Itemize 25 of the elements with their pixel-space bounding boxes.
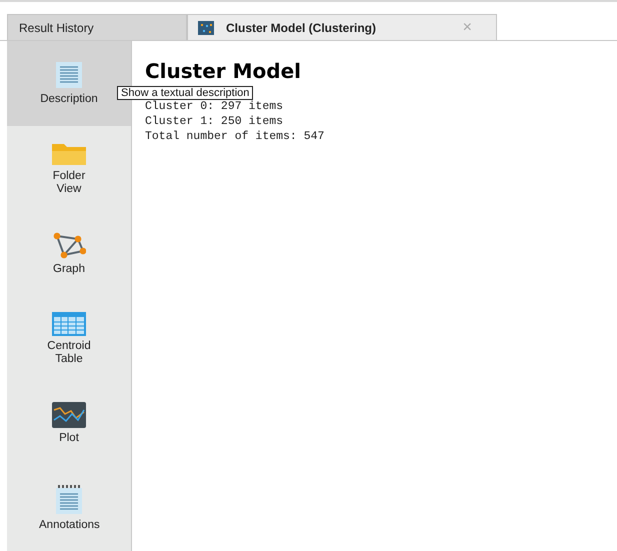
sidebar-item-label: Annotations xyxy=(39,519,99,532)
tab[interactable]: Result History xyxy=(7,14,187,40)
document-icon xyxy=(55,61,83,89)
result-line: Cluster 0: 297 items xyxy=(145,99,284,114)
tab[interactable]: Cluster Model (Clustering) × xyxy=(187,14,497,40)
folder-icon xyxy=(51,142,87,166)
table-icon xyxy=(52,312,86,336)
sidebar-item-label: Folder View xyxy=(52,170,86,196)
tooltip: Show a textual description xyxy=(117,86,254,100)
sidebar-item-label: Graph xyxy=(52,263,86,276)
graph-icon xyxy=(52,231,86,259)
sidebar-item-label: Centroid Table xyxy=(46,340,92,366)
result-line: Cluster 1: 250 items xyxy=(145,114,284,129)
notepad-icon xyxy=(55,485,83,515)
result-line: Total number of items: 547 xyxy=(145,129,326,144)
sidebar-item[interactable]: Annotations xyxy=(7,466,131,551)
sidebar-item[interactable]: Folder View xyxy=(7,126,131,211)
sidebar-item-label: Plot xyxy=(58,432,80,445)
sidebar-item[interactable]: Centroid Table xyxy=(7,296,131,381)
sidebar-item-label: Description xyxy=(39,93,99,106)
sidebar-item[interactable]: Plot xyxy=(7,381,131,466)
scatter-icon xyxy=(198,20,214,34)
line-chart-icon xyxy=(52,402,86,428)
model-title: Cluster Model xyxy=(145,59,302,83)
sidebar-item[interactable]: Graph xyxy=(7,211,131,296)
